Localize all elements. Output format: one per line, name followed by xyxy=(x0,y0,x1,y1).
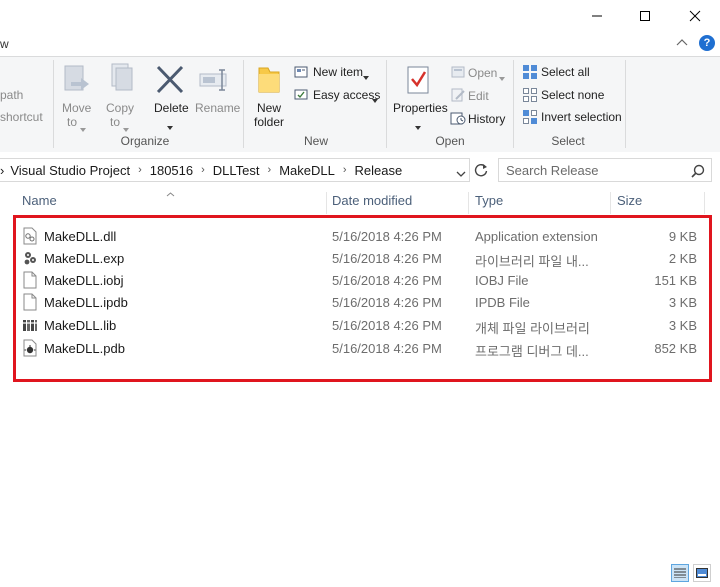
column-header-size[interactable]: Size xyxy=(617,193,642,215)
paste-shortcut-button[interactable]: shortcut xyxy=(0,110,43,124)
rename-button[interactable] xyxy=(198,66,232,94)
chevron-right-icon[interactable]: › xyxy=(138,164,142,176)
collapse-ribbon-button[interactable] xyxy=(676,36,688,53)
column-separator[interactable] xyxy=(326,192,327,214)
copy-to-label-2: to xyxy=(110,115,121,129)
chevron-down-icon xyxy=(167,119,173,133)
history-icon xyxy=(450,110,466,126)
new-folder-label: New xyxy=(257,101,282,115)
chevron-down-icon xyxy=(80,121,86,135)
select-group-label: Select xyxy=(551,134,585,148)
new-item-icon xyxy=(294,64,310,80)
new-item-button[interactable]: New item xyxy=(313,65,363,79)
new-group-label: New xyxy=(303,134,328,148)
search-box[interactable]: Search Release xyxy=(498,158,712,182)
properties-icon xyxy=(407,66,429,94)
refresh-button[interactable] xyxy=(473,162,489,181)
copy-to-icon xyxy=(111,63,133,91)
chevron-down-icon xyxy=(499,70,505,84)
chevron-down-icon xyxy=(363,69,369,83)
column-separator[interactable] xyxy=(610,192,611,214)
group-separator xyxy=(625,60,626,148)
open-button[interactable]: Open xyxy=(468,66,497,80)
group-separator xyxy=(513,60,514,148)
search-input[interactable]: Search Release xyxy=(506,163,599,178)
sort-ascending-icon xyxy=(166,186,175,200)
chevron-down-icon xyxy=(123,121,129,135)
rename-label: Rename xyxy=(195,101,241,115)
column-header-name[interactable]: Name xyxy=(22,193,57,215)
select-all-button[interactable]: Select all xyxy=(541,65,590,79)
new-folder-label-2: folder xyxy=(254,115,285,129)
details-view-icon xyxy=(674,568,686,578)
maximize-icon xyxy=(640,11,650,21)
select-none-icon xyxy=(522,87,538,103)
highlight-box xyxy=(13,215,712,382)
chevron-down-icon xyxy=(415,119,421,133)
copy-path-button[interactable]: path xyxy=(0,88,23,102)
invert-selection-icon xyxy=(522,109,538,125)
delete-button[interactable] xyxy=(155,64,185,96)
easy-access-icon xyxy=(294,86,310,102)
group-separator xyxy=(53,60,54,148)
breadcrumb-item[interactable]: DLLTest xyxy=(213,163,260,178)
open-icon xyxy=(450,64,466,80)
chevron-right-icon[interactable]: › xyxy=(268,164,272,176)
properties-button[interactable] xyxy=(403,64,433,98)
address-history-dropdown[interactable] xyxy=(456,167,466,181)
history-button[interactable]: History xyxy=(468,112,505,126)
maximize-button[interactable] xyxy=(622,0,668,32)
refresh-icon xyxy=(474,164,488,177)
move-to-icon xyxy=(64,65,89,91)
edit-icon xyxy=(450,87,466,103)
move-to-label-2: to xyxy=(67,115,78,129)
copy-to-button[interactable] xyxy=(106,62,136,98)
column-separator[interactable] xyxy=(468,192,469,214)
new-folder-button[interactable] xyxy=(256,64,282,96)
chevron-right-icon[interactable]: › xyxy=(201,164,205,176)
breadcrumb-item[interactable]: Release xyxy=(355,163,403,178)
group-separator xyxy=(386,60,387,148)
breadcrumb-item[interactable]: 180516 xyxy=(150,163,193,178)
folder-icon xyxy=(258,67,280,93)
search-icon xyxy=(691,164,705,178)
close-icon xyxy=(689,10,701,22)
address-bar[interactable]: › Visual Studio Project › 180516 › DLLTe… xyxy=(0,158,470,182)
chevron-up-icon xyxy=(676,39,688,46)
large-icons-view-icon xyxy=(696,568,708,578)
minimize-icon xyxy=(592,15,602,17)
chevron-down-icon xyxy=(372,92,378,106)
breadcrumb-item[interactable]: Visual Studio Project xyxy=(10,163,130,178)
open-group-label: Open xyxy=(435,134,465,148)
minimize-button[interactable] xyxy=(574,0,620,32)
column-separator[interactable] xyxy=(704,192,705,214)
organize-group-label: Organize xyxy=(120,134,170,148)
ribbon-tab-row xyxy=(0,32,720,56)
delete-label: Delete xyxy=(154,101,189,115)
copy-to-label: Copy xyxy=(106,101,135,115)
select-none-button[interactable]: Select none xyxy=(541,88,604,102)
chevron-right-icon[interactable]: › xyxy=(343,164,347,176)
help-button[interactable]: ? xyxy=(699,35,715,51)
close-button[interactable] xyxy=(672,0,718,32)
easy-access-button[interactable]: Easy access xyxy=(313,88,380,102)
column-header-date[interactable]: Date modified xyxy=(332,193,412,215)
group-separator xyxy=(243,60,244,148)
large-icons-view-button[interactable] xyxy=(693,564,711,582)
details-view-button[interactable] xyxy=(671,564,689,582)
rename-icon xyxy=(199,69,227,91)
column-header-type[interactable]: Type xyxy=(475,193,503,215)
tab-view[interactable]: w xyxy=(0,37,9,51)
properties-label: Properties xyxy=(393,101,448,115)
chevron-right-icon: › xyxy=(0,162,5,178)
move-to-button[interactable] xyxy=(61,62,91,98)
delete-icon xyxy=(156,65,184,94)
breadcrumb-item[interactable]: MakeDLL xyxy=(279,163,335,178)
edit-button[interactable]: Edit xyxy=(468,89,489,103)
chevron-down-icon xyxy=(456,171,466,177)
move-to-label: Move xyxy=(62,101,92,115)
select-all-icon xyxy=(522,64,538,80)
invert-selection-button[interactable]: Invert selection xyxy=(541,110,622,124)
